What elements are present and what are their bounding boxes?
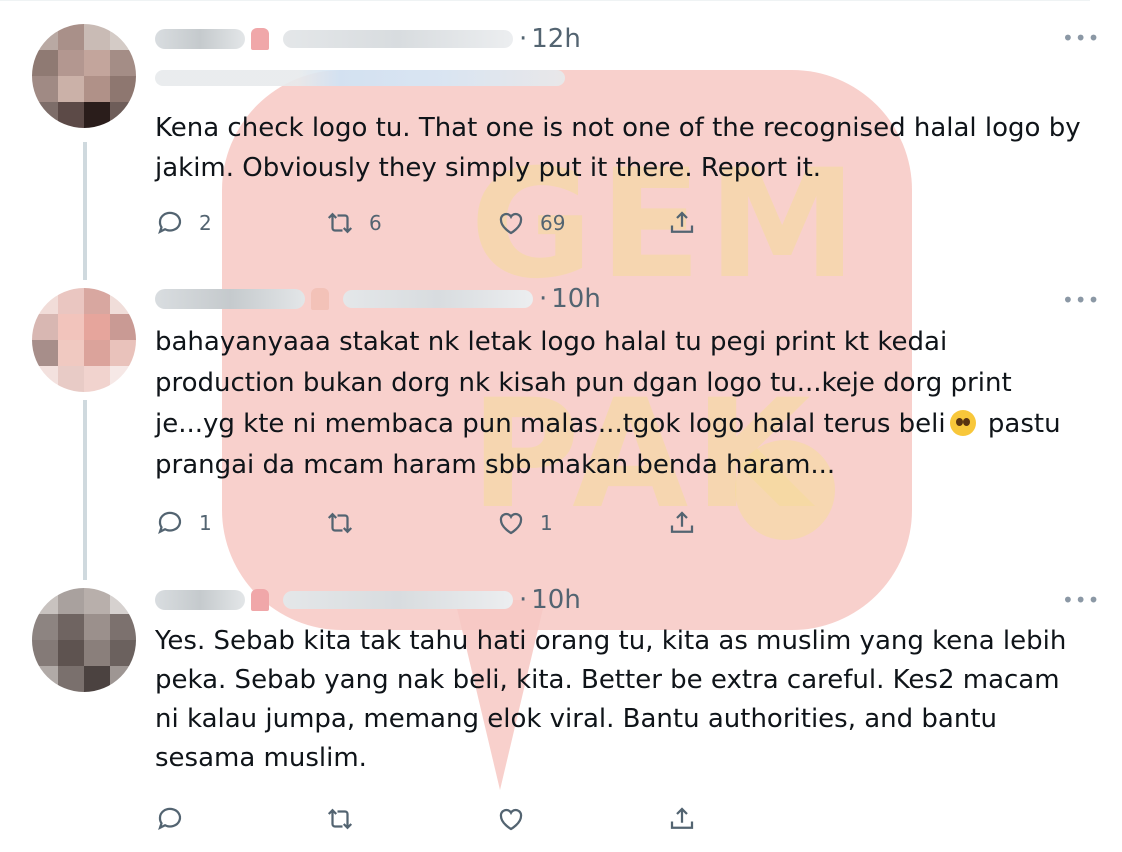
more-icon[interactable]: ••• [1062,290,1099,310]
reply-icon [158,211,182,234]
meta-separator: · [519,585,528,615]
reply-button[interactable]: 1 [155,505,212,541]
reply-count: 2 [199,211,212,235]
user-name[interactable] [155,289,305,309]
tweet-header: · 12h [155,22,581,56]
reply-button[interactable]: 2 [155,205,212,241]
reply-icon [158,511,182,534]
retweet-icon [327,212,353,234]
reply-count: 1 [199,511,212,535]
user-handle[interactable] [343,290,533,308]
retweet-icon [327,808,353,830]
more-icon[interactable]: ••• [1062,28,1099,48]
share-icon [670,807,694,829]
retweet-icon [327,512,353,534]
flower-emoji [251,589,269,611]
thread-line [83,142,87,280]
tweet-time[interactable]: 10h [551,284,601,314]
share-icon [670,211,694,233]
retweet-button[interactable] [325,801,355,837]
more-icon[interactable]: ••• [1062,590,1099,610]
user-name[interactable] [155,29,245,49]
pleading-face-emoji [949,410,976,436]
avatar[interactable] [32,588,136,692]
retweet-button[interactable]: 6 [325,205,382,241]
user-name[interactable] [155,590,245,610]
tweet-header: · 10h [155,282,601,316]
share-button[interactable] [667,205,697,241]
user-handle[interactable] [283,591,513,609]
top-divider [0,0,1090,1]
tweet-text: bahayanyaaa stakat nk letak logo halal t… [155,322,1085,486]
retweet-button[interactable] [325,505,369,541]
like-button[interactable]: 69 [496,205,565,241]
meta-separator: · [519,24,528,54]
avatar[interactable] [32,24,136,128]
tweet-text-part-1: bahayanyaaa stakat nk letak logo halal t… [155,327,1012,439]
avatar[interactable] [32,288,136,392]
tweet-header: · 10h [155,583,581,617]
share-button[interactable] [667,505,697,541]
tweet-text: Kena check logo tu. That one is not one … [155,113,1081,183]
like-button[interactable]: 1 [496,505,553,541]
share-icon [670,511,694,533]
replying-to-blurred [155,70,565,86]
user-handle[interactable] [283,30,513,48]
retweet-count: 6 [369,211,382,235]
tweet-time[interactable]: 10h [531,585,581,615]
reply-icon [158,807,182,830]
share-button[interactable] [667,801,697,837]
reply-button[interactable] [155,801,185,837]
like-icon [499,212,523,235]
tweet-time[interactable]: 12h [531,24,581,54]
tweet-text: Yes. Sebab kita tak tahu hati orang tu, … [155,626,1067,773]
flower-emoji [251,28,269,50]
like-count: 69 [540,211,566,235]
like-button[interactable] [496,801,526,837]
like-count: 1 [540,511,553,535]
like-icon [499,512,523,535]
like-icon [499,808,523,831]
meta-separator: · [539,284,548,314]
thread-line [83,400,87,580]
heart-emoji [311,288,329,310]
